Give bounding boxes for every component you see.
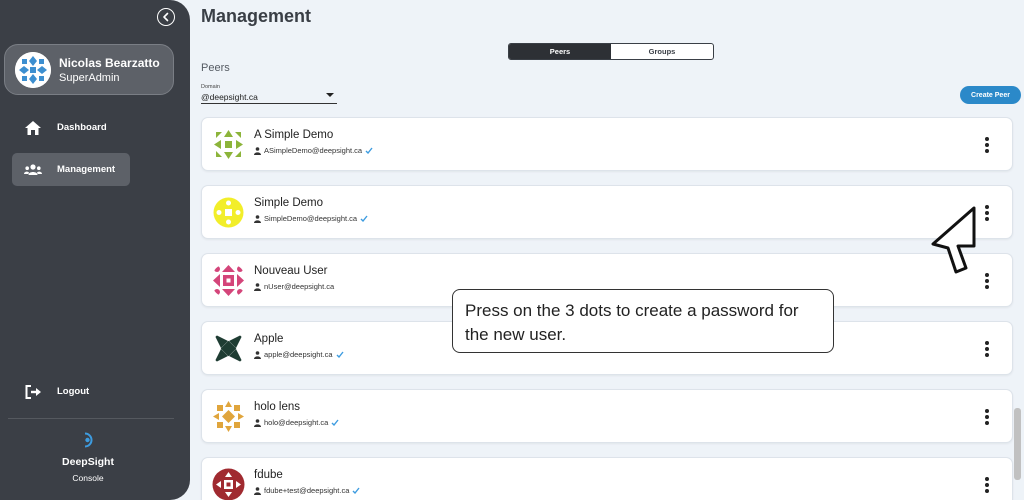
more-options-button[interactable] (980, 338, 994, 360)
dot-icon (985, 347, 989, 351)
dot-icon (985, 137, 989, 141)
verified-check-icon (360, 215, 368, 222)
scrollbar[interactable] (1013, 110, 1022, 500)
peer-email: SimpleDemo@deepsight.ca (264, 214, 358, 223)
caret-down-icon (326, 93, 334, 97)
more-options-button[interactable] (980, 202, 994, 224)
avatar (211, 399, 246, 434)
section-title: Peers (201, 62, 230, 74)
tab-peers[interactable]: Peers (509, 44, 611, 59)
logout-label: Logout (57, 386, 90, 397)
collapse-sidebar-button[interactable] (157, 8, 175, 26)
users-icon (24, 162, 42, 178)
peer-name: Simple Demo (254, 197, 324, 209)
dot-icon (985, 341, 989, 345)
peer-email-row: apple@deepsight.ca (254, 350, 344, 359)
peer-email: ASimpleDemo@deepsight.ca (264, 146, 363, 155)
tutorial-tooltip: Press on the 3 dots to create a password… (452, 289, 834, 353)
avatar (211, 127, 246, 162)
avatar (211, 195, 246, 230)
chevron-left-icon (163, 12, 169, 22)
avatar (211, 331, 246, 366)
person-icon (254, 418, 261, 427)
sidebar-item-label: Management (57, 164, 116, 175)
peer-email-row: SimpleDemo@deepsight.ca (254, 214, 368, 223)
peer-name: Nouveau User (254, 265, 328, 277)
dot-icon (985, 285, 989, 289)
dot-icon (985, 483, 989, 487)
dot-icon (985, 477, 989, 481)
peer-email: fdube+test@deepsight.ca (264, 486, 350, 495)
peer-email-row: ASimpleDemo@deepsight.ca (254, 146, 373, 155)
more-options-button[interactable] (980, 406, 994, 428)
dot-icon (985, 143, 989, 147)
create-peer-button[interactable]: Create Peer (960, 86, 1021, 104)
home-icon (24, 120, 42, 136)
dot-icon (985, 353, 989, 357)
deepsight-logo-icon (84, 432, 93, 448)
peer-card: A Simple Demo ASimpleDemo@deepsight.ca (201, 117, 1013, 171)
peer-name: holo lens (254, 401, 301, 413)
page-title: Management (201, 6, 312, 26)
dot-icon (985, 211, 989, 215)
verified-check-icon (336, 351, 344, 358)
peer-name: Apple (254, 333, 284, 345)
logout-icon (24, 384, 42, 400)
dot-icon (985, 421, 989, 425)
avatar (15, 51, 51, 88)
domain-value: @deepsight.ca (201, 92, 258, 102)
person-icon (254, 282, 261, 291)
domain-select[interactable]: Domain @deepsight.ca (201, 84, 337, 104)
peer-name: A Simple Demo (254, 129, 334, 141)
user-name: Nicolas Bearzatto (59, 55, 160, 70)
dot-icon (985, 205, 989, 209)
dot-icon (985, 217, 989, 221)
sidebar-item-dashboard[interactable]: Dashboard (12, 111, 130, 144)
user-role: SuperAdmin (59, 71, 120, 84)
dot-icon (985, 409, 989, 413)
more-options-button[interactable] (980, 270, 994, 292)
domain-label: Domain (201, 84, 220, 90)
verified-check-icon (331, 419, 339, 426)
peer-card: fdube fdube+test@deepsight.ca (201, 457, 1013, 500)
verified-check-icon (352, 487, 360, 494)
dot-icon (985, 273, 989, 277)
peer-name: fdube (254, 469, 283, 481)
more-options-button[interactable] (980, 474, 994, 496)
scrollbar-thumb[interactable] (1014, 408, 1021, 480)
sidebar-divider (8, 418, 174, 419)
dot-icon (985, 489, 989, 493)
person-icon (254, 350, 261, 359)
tab-groups[interactable]: Groups (611, 44, 713, 59)
pointer-cursor-icon (931, 206, 976, 274)
person-icon (254, 486, 261, 495)
logout-button[interactable]: Logout (12, 375, 130, 408)
avatar (211, 467, 246, 500)
peer-card: Simple Demo SimpleDemo@deepsight.ca (201, 185, 1013, 239)
peer-email: apple@deepsight.ca (264, 350, 333, 359)
peer-email: holo@deepsight.ca (264, 418, 329, 427)
brand-name: DeepSight (62, 456, 114, 468)
sidebar-item-management[interactable]: Management (12, 153, 130, 186)
verified-check-icon (365, 147, 373, 154)
peer-email-row: nUser@deepsight.ca (254, 282, 334, 291)
sidebar: Nicolas Bearzatto SuperAdmin Dashboard M… (0, 0, 190, 500)
dot-icon (985, 415, 989, 419)
sidebar-item-label: Dashboard (57, 122, 107, 133)
dot-icon (985, 149, 989, 153)
person-icon (254, 214, 261, 223)
peer-email-row: fdube+test@deepsight.ca (254, 486, 360, 495)
more-options-button[interactable] (980, 134, 994, 156)
avatar (211, 263, 246, 298)
peers-groups-toggle: Peers Groups (508, 43, 714, 60)
person-icon (254, 146, 261, 155)
dot-icon (985, 279, 989, 283)
brand: DeepSight Console (40, 432, 136, 483)
peer-email-row: holo@deepsight.ca (254, 418, 339, 427)
peer-card: holo lens holo@deepsight.ca (201, 389, 1013, 443)
user-profile-card[interactable]: Nicolas Bearzatto SuperAdmin (4, 44, 174, 95)
peer-email: nUser@deepsight.ca (264, 282, 335, 291)
brand-subtitle: Console (72, 473, 104, 483)
